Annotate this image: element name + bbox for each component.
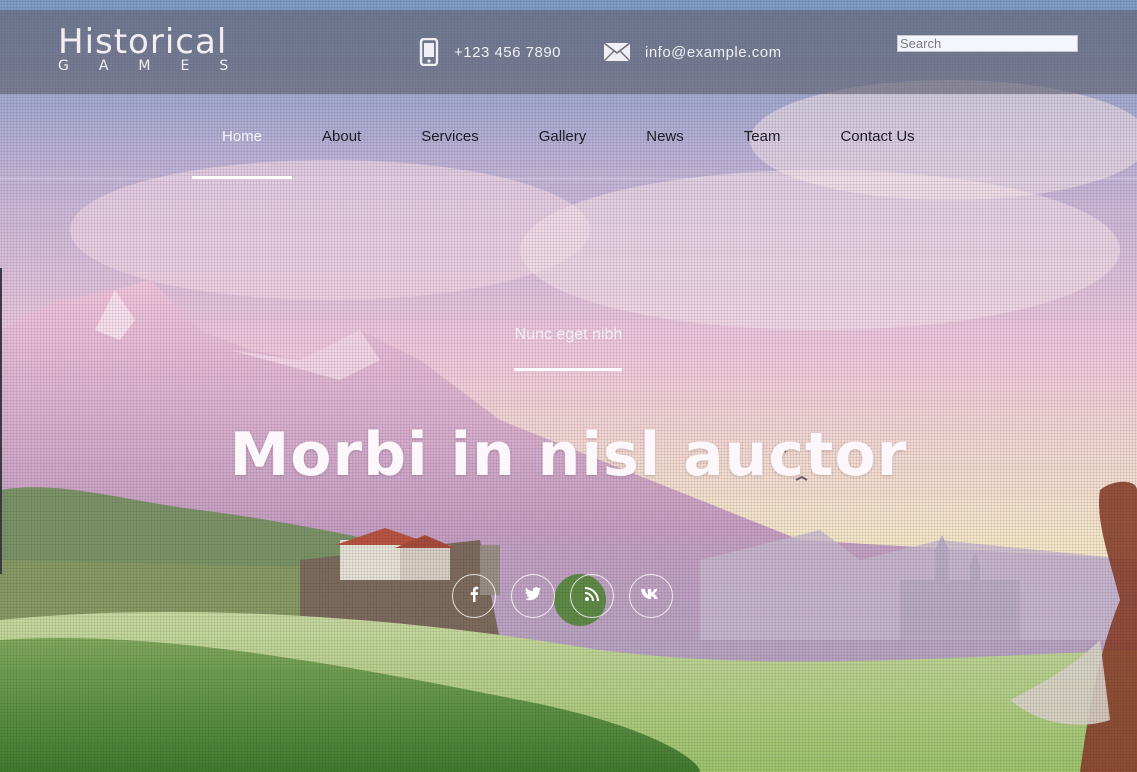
- contact-phone: +123 456 7890: [418, 10, 561, 94]
- nav-item-services[interactable]: Services: [391, 94, 509, 178]
- vk-button[interactable]: [629, 574, 673, 618]
- contact-email: info@example.com: [603, 10, 782, 94]
- logo-subtitle: GAMES: [58, 58, 259, 74]
- smartphone-icon: [418, 38, 440, 66]
- nav-item-about[interactable]: About: [292, 94, 391, 178]
- nav-item-team[interactable]: Team: [714, 94, 811, 178]
- nav-item-gallery[interactable]: Gallery: [509, 94, 617, 178]
- nav-item-news[interactable]: News: [616, 94, 714, 178]
- search-input[interactable]: [897, 35, 1078, 52]
- hero-subtitle: Nunc eget nibh: [514, 326, 623, 343]
- twitter-icon: [525, 586, 541, 606]
- logo-title: Historical: [58, 22, 228, 62]
- email-address[interactable]: info@example.com: [645, 44, 782, 61]
- site-logo[interactable]: Historical GAMES: [58, 24, 258, 73]
- rss-button[interactable]: [570, 574, 614, 618]
- vk-icon: [641, 587, 661, 605]
- header-bar: Historical GAMES +123 456 7890 info@exam…: [0, 10, 1137, 94]
- facebook-icon: [469, 586, 479, 607]
- hero-title: Morbi in nisl auctor: [229, 420, 908, 490]
- main-nav: Home About Services Gallery News Team Co…: [0, 94, 1137, 179]
- hero-divider: [514, 368, 622, 371]
- social-links: [452, 574, 673, 618]
- twitter-button[interactable]: [511, 574, 555, 618]
- rss-icon: [585, 586, 599, 606]
- nav-item-contact-us[interactable]: Contact Us: [810, 94, 944, 178]
- phone-number[interactable]: +123 456 7890: [454, 44, 561, 61]
- nav-item-home[interactable]: Home: [192, 94, 292, 179]
- facebook-button[interactable]: [452, 574, 496, 618]
- envelope-icon: [603, 42, 631, 62]
